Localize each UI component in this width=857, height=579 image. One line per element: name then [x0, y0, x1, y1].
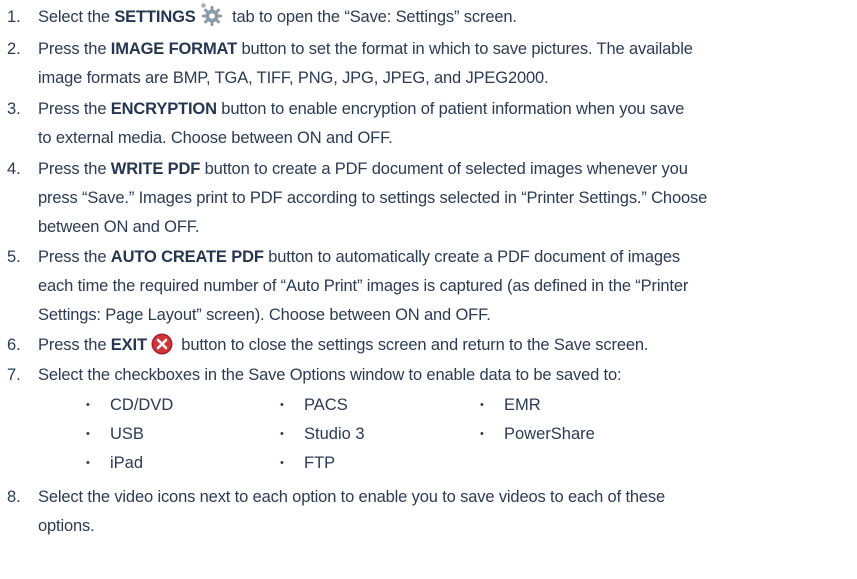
step-text-continued: to external media. Choose between ON and… [38, 129, 393, 147]
step-text-continued: press “Save.” Images print to PDF accord… [38, 189, 708, 207]
step-number: 6. [7, 336, 21, 354]
option-powershare: • PowerShare [480, 425, 595, 443]
auto-create-pdf-label: AUTO CREATE PDF [110, 248, 264, 266]
image-format-label: IMAGE FORMAT [110, 40, 238, 58]
step-text-continued: Settings: Page Layout” screen). Choose b… [38, 306, 491, 324]
settings-label: SETTINGS [114, 8, 196, 26]
option-pacs: • PACS [280, 396, 348, 414]
step-text-continued: between ON and OFF. [38, 218, 200, 236]
step-number: 8. [7, 488, 21, 506]
option-cd-dvd: • CD/DVD [86, 396, 174, 414]
instruction-list: 1. Select the SETTINGS tab to open the “… [0, 0, 857, 579]
step-text: Press the WRITE PDF button to create a P… [38, 160, 688, 178]
gear-icon [200, 2, 224, 27]
step-text-continued: each time the required number of “Auto P… [38, 277, 689, 295]
step-text-continued: image formats are BMP, TGA, TIFF, PNG, J… [38, 69, 549, 87]
step-text: Press the EXIT button to close the setti… [38, 332, 649, 358]
option-emr: • EMR [480, 396, 541, 414]
step-number: 5. [7, 248, 21, 266]
option-ftp: • FTP [280, 454, 336, 472]
encryption-label: ENCRYPTION [110, 100, 217, 118]
step-text: Press the IMAGE FORMAT button to set the… [38, 40, 693, 58]
exit-label: EXIT [110, 336, 147, 354]
step-text: Select the video icons next to each opti… [38, 488, 666, 506]
step-number: 2. [7, 40, 21, 58]
step-text: Press the ENCRYPTION button to enable en… [38, 100, 685, 118]
step-number: 1. [7, 8, 21, 26]
step-text: Press the AUTO CREATE PDF button to auto… [38, 248, 681, 266]
close-icon [151, 333, 173, 355]
step-number: 3. [7, 100, 21, 118]
option-ipad: • iPad [86, 454, 144, 472]
option-usb: • USB [86, 425, 144, 443]
write-pdf-label: WRITE PDF [110, 160, 201, 178]
option-studio-3: • Studio 3 [280, 425, 365, 443]
step-number: 7. [7, 366, 21, 384]
step-text: Select the checkboxes in the Save Option… [38, 366, 622, 384]
step-text: Select the SETTINGS tab to open the “Sav… [38, 2, 517, 30]
step-text-continued: options. [38, 517, 95, 535]
step-number: 4. [7, 160, 21, 178]
